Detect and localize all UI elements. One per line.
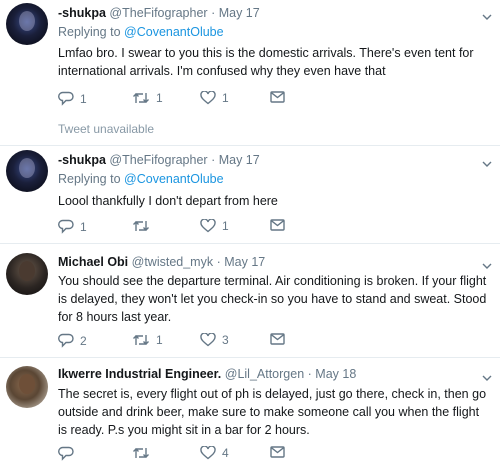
reply-icon [58,333,74,348]
replying-mention[interactable]: @CovenantOlube [124,25,224,39]
reply-button[interactable] [58,446,80,461]
dm-icon [270,446,285,458]
retweet-icon [133,93,149,103]
like-button[interactable]: 1 [200,91,229,105]
dm-button[interactable] [270,333,285,345]
like-count: 3 [222,333,229,347]
retweet-icon [133,448,149,458]
separator-dot: · [307,367,312,381]
retweet-button[interactable] [132,446,156,460]
tweet-date[interactable]: May 17 [224,255,265,269]
reply-icon [58,446,74,461]
like-button[interactable]: 4 [200,446,229,460]
reply-button[interactable]: 1 [58,219,87,234]
user-name[interactable]: Michael Obi [58,255,128,269]
dm-icon [270,91,285,103]
separator-dot: · [216,255,221,269]
dm-icon [270,333,285,345]
replying-to: Replying to @CovenantOlube [58,25,224,39]
like-count: 1 [222,219,229,233]
retweet-icon [133,221,149,231]
reply-count: 2 [80,333,87,348]
reply-count: 1 [80,91,87,106]
reply-button[interactable]: 1 [58,91,87,106]
user-handle[interactable]: @Lil_Attorgen [225,367,304,381]
tweet-date[interactable]: May 18 [315,367,356,381]
user-name[interactable]: -shukpa [58,6,106,20]
like-button[interactable]: 1 [200,219,229,233]
tweet-text: The secret is, every flight out of ph is… [58,387,487,437]
retweet-button[interactable]: 1 [132,333,163,347]
chevron-down-icon[interactable] [482,159,492,169]
user-handle[interactable]: @TheFifographer [109,6,207,20]
replying-mention[interactable]: @CovenantOlube [124,172,224,186]
tweet-text: Lmfao bro. I swear to you this is the do… [58,46,474,78]
replying-prefix: Replying to [58,25,121,39]
retweet-button[interactable]: 1 [132,91,163,105]
reply-count: 1 [80,219,87,234]
tweet-date[interactable]: May 17 [219,6,260,20]
avatar[interactable] [6,150,48,192]
avatar[interactable] [6,3,48,45]
like-count: 4 [222,446,229,460]
tweet-date[interactable]: May 17 [219,153,260,167]
dm-button[interactable] [270,446,285,458]
retweet-count: 1 [156,91,163,105]
dm-button[interactable] [270,91,285,103]
tweet[interactable]: Michael Obi @twisted_myk · May 17 You sh… [0,244,500,355]
like-icon [200,91,216,105]
reply-icon [58,91,74,106]
chevron-down-icon[interactable] [482,261,492,271]
like-count: 1 [222,91,229,105]
separator-dot: · [211,153,216,167]
tweet-actions: 4 [58,446,358,462]
tweet-text: Loool thankfully I don't depart from her… [58,194,278,208]
user-handle[interactable]: @TheFifographer [109,153,207,167]
like-icon [200,446,216,460]
user-handle[interactable]: @twisted_myk [132,255,213,269]
separator-dot: · [211,6,216,20]
tweet-unavailable: Tweet unavailable [58,122,155,136]
replying-to: Replying to @CovenantOlube [58,172,224,186]
tweet[interactable]: -shukpa @TheFifographer · May 17 Replyin… [0,146,500,241]
reply-button[interactable]: 2 [58,333,87,348]
tweet-actions: 1 1 1 [58,91,358,107]
retweet-count: 1 [156,333,163,347]
like-icon [200,333,216,347]
dm-button[interactable] [270,219,285,231]
user-name[interactable]: Ikwerre Industrial Engineer. [58,367,221,381]
user-name[interactable]: -shukpa [58,153,106,167]
tweet-text: You should see the departure terminal. A… [58,274,487,324]
like-icon [200,219,216,233]
retweet-icon [133,335,149,345]
replying-prefix: Replying to [58,172,121,186]
retweet-button[interactable] [132,219,156,233]
reply-icon [58,219,74,234]
tweet[interactable]: -shukpa @TheFifographer · May 17 Replyin… [0,0,500,116]
avatar[interactable] [6,253,48,295]
tweet[interactable]: Ikwerre Industrial Engineer. @Lil_Attorg… [0,358,500,463]
chevron-down-icon[interactable] [482,373,492,383]
chevron-down-icon[interactable] [482,12,492,22]
tweet-actions: 1 1 [58,219,358,235]
like-button[interactable]: 3 [200,333,229,347]
avatar[interactable] [6,366,48,408]
dm-icon [270,219,285,231]
tweet-actions: 2 1 3 [58,333,358,349]
